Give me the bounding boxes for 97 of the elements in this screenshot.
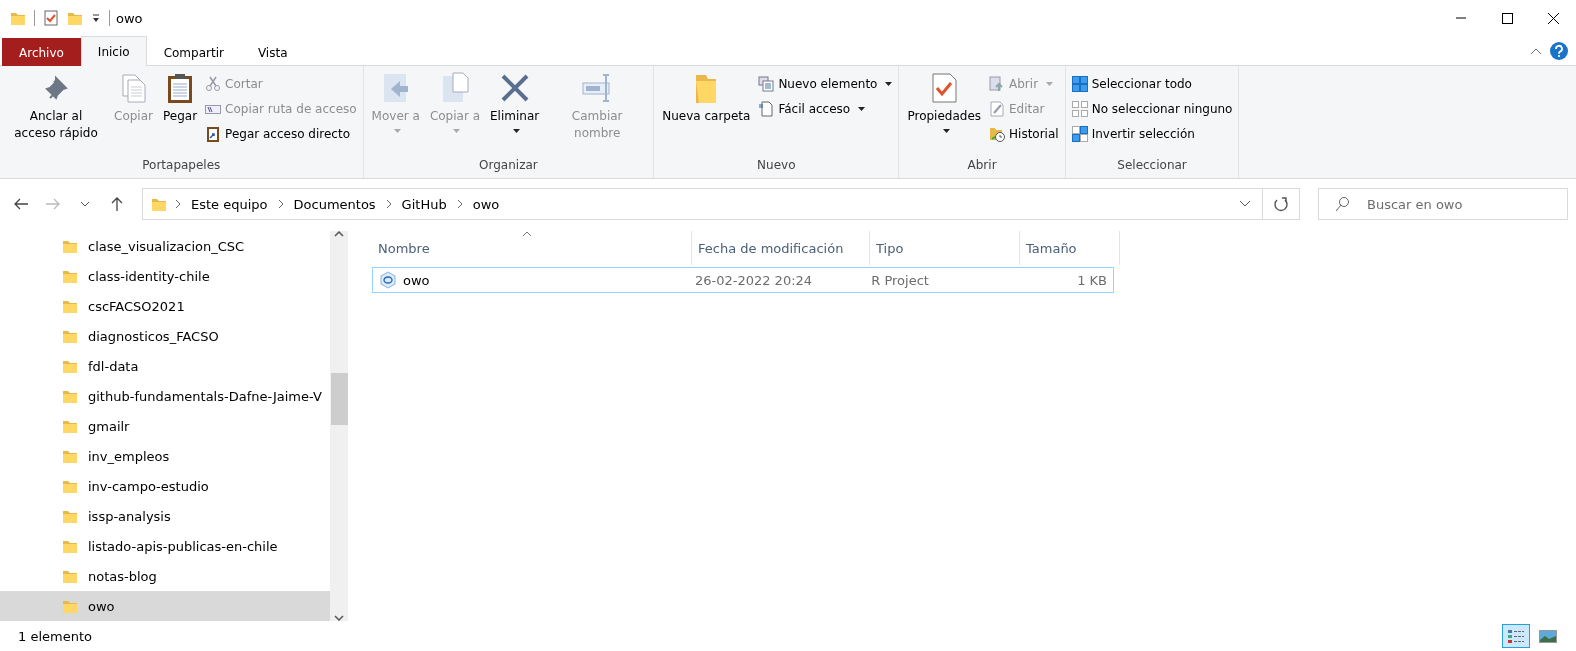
folder-icon [62, 358, 78, 374]
close-icon[interactable] [1546, 11, 1560, 25]
column-header[interactable]: Fecha de modificación [692, 231, 870, 265]
checklist-icon[interactable] [43, 10, 59, 26]
sidebar-item[interactable]: owo [0, 591, 330, 621]
new-item-icon [758, 75, 775, 92]
ribbon-button[interactable]: Invertir selección [1069, 122, 1235, 145]
ribbon-button[interactable]: Fácil acceso [756, 97, 895, 120]
ribbon-button[interactable]: Pegar [158, 70, 202, 158]
address-bar[interactable]: Este equipo Documentos GitHub owo [142, 188, 1300, 220]
ribbon-button[interactable]: Seleccionar todo [1069, 72, 1235, 95]
r-project-icon [379, 271, 397, 289]
scroll-up-icon[interactable] [334, 231, 344, 237]
ribbon-button[interactable]: Nueva carpeta [658, 70, 755, 158]
up-arrow-icon[interactable] [109, 196, 125, 212]
group-label: Abrir [966, 158, 998, 174]
help-icon[interactable] [1550, 42, 1568, 60]
select-none-icon [1071, 100, 1088, 117]
edit-icon [989, 100, 1006, 117]
view-button[interactable] [1502, 624, 1530, 648]
ribbon-button[interactable]: Historial [987, 122, 1061, 145]
folder-icon [62, 598, 78, 614]
ribbon-tab[interactable]: Archivo [2, 38, 81, 66]
column-header[interactable]: Tipo [870, 231, 1020, 265]
chevron-right-icon [277, 199, 284, 209]
invert-selection-icon [1071, 125, 1088, 142]
refresh-icon[interactable] [1273, 196, 1289, 212]
column-header[interactable]: Nombre [372, 231, 692, 265]
sidebar-item[interactable]: inv-campo-estudio [0, 471, 330, 501]
table-cell-text: R Project [870, 272, 930, 288]
folder-icon [62, 268, 78, 284]
chevron-down-icon[interactable] [1239, 200, 1251, 208]
group-label: Seleccionar [1116, 158, 1188, 174]
group-label: Organizar [478, 158, 539, 174]
scrollbar-thumb[interactable] [330, 373, 348, 425]
select-all-icon [1071, 75, 1088, 92]
group-label: Portapapeles [141, 158, 222, 174]
folder-icon [62, 448, 78, 464]
sidebar-item[interactable]: notas-blog [0, 561, 330, 591]
table-cell-text: 1 KB [1076, 272, 1108, 288]
ribbon-button[interactable]: Nuevo elemento [756, 72, 895, 95]
chevron-right-icon [175, 199, 181, 209]
sidebar-item[interactable]: github-fundamentals-Dafne-Jaime-V [0, 381, 330, 411]
details-view-icon [1507, 627, 1525, 645]
window-title: owo [115, 10, 143, 26]
dropdown-icon[interactable] [91, 12, 101, 24]
sidebar-item[interactable]: cscFACSO2021 [0, 291, 330, 321]
sidebar-item[interactable]: fdl-data [0, 351, 330, 381]
back-arrow-icon[interactable] [13, 196, 29, 212]
search-field[interactable]: Buscar en owo [1318, 188, 1568, 220]
ribbon-button[interactable]: Propiedades [903, 70, 986, 158]
ribbon-button[interactable]: Anclar al acceso rápido [4, 70, 108, 158]
shortcut-icon [205, 125, 222, 142]
search-icon [1334, 196, 1350, 212]
folder-icon [62, 238, 78, 254]
breadcrumb[interactable]: Este equipo [189, 196, 270, 212]
maximize-icon[interactable] [1500, 11, 1514, 25]
folder-icon [62, 418, 78, 434]
file-name: owo [403, 272, 430, 288]
breadcrumb[interactable]: Documentos [291, 196, 378, 212]
file-row[interactable]: owo 26-02-2022 20:24 R Project 1 KB [372, 267, 1114, 293]
folder-icon [151, 196, 167, 212]
chevron-right-icon [456, 199, 463, 209]
group-label: Nuevo [756, 158, 797, 174]
ribbon-button[interactable]: No seleccionar ninguno [1069, 97, 1235, 120]
breadcrumb[interactable]: owo [470, 196, 502, 212]
folder-icon [62, 568, 78, 584]
scroll-down-icon[interactable] [334, 615, 344, 621]
scissors-icon [205, 75, 222, 92]
sidebar-item[interactable]: gmailr [0, 411, 330, 441]
document-icon [758, 100, 775, 117]
chevron-right-icon [385, 199, 392, 209]
status-text: 1 elemento [18, 628, 92, 644]
breadcrumb[interactable]: GitHub [399, 196, 449, 212]
column-header[interactable]: Tamaño [1020, 231, 1120, 265]
ribbon-button[interactable]: Pegar acceso directo [203, 122, 359, 145]
folder-icon [62, 328, 78, 344]
folder-icon [62, 298, 78, 314]
folder-icon [62, 478, 78, 494]
sidebar-item[interactable]: clase_visualizacion_CSC [0, 231, 330, 261]
history-icon [989, 125, 1006, 142]
sidebar-item[interactable]: inv_empleos [0, 441, 330, 471]
scrollbar[interactable] [330, 231, 348, 621]
picture-view-icon [1539, 627, 1557, 645]
folder-icon [62, 508, 78, 524]
sidebar-item[interactable]: listado-apis-publicas-en-chile [0, 531, 330, 561]
ribbon-tab[interactable]: Inicio [80, 36, 147, 66]
folder-icon [62, 388, 78, 404]
table-cell-text: 26-02-2022 20:24 [693, 272, 814, 288]
folder-icon [62, 538, 78, 554]
ribbon-tab[interactable]: Vista [240, 38, 305, 66]
ribbon-button[interactable]: Eliminar [486, 70, 544, 158]
collapse-ribbon-icon[interactable] [1530, 47, 1542, 55]
sidebar-item[interactable]: class-identity-chile [0, 261, 330, 291]
ribbon-tab[interactable]: Compartir [146, 38, 241, 66]
sidebar-item[interactable]: diagnosticos_FACSO [0, 321, 330, 351]
sidebar-item[interactable]: issp-analysis [0, 501, 330, 531]
